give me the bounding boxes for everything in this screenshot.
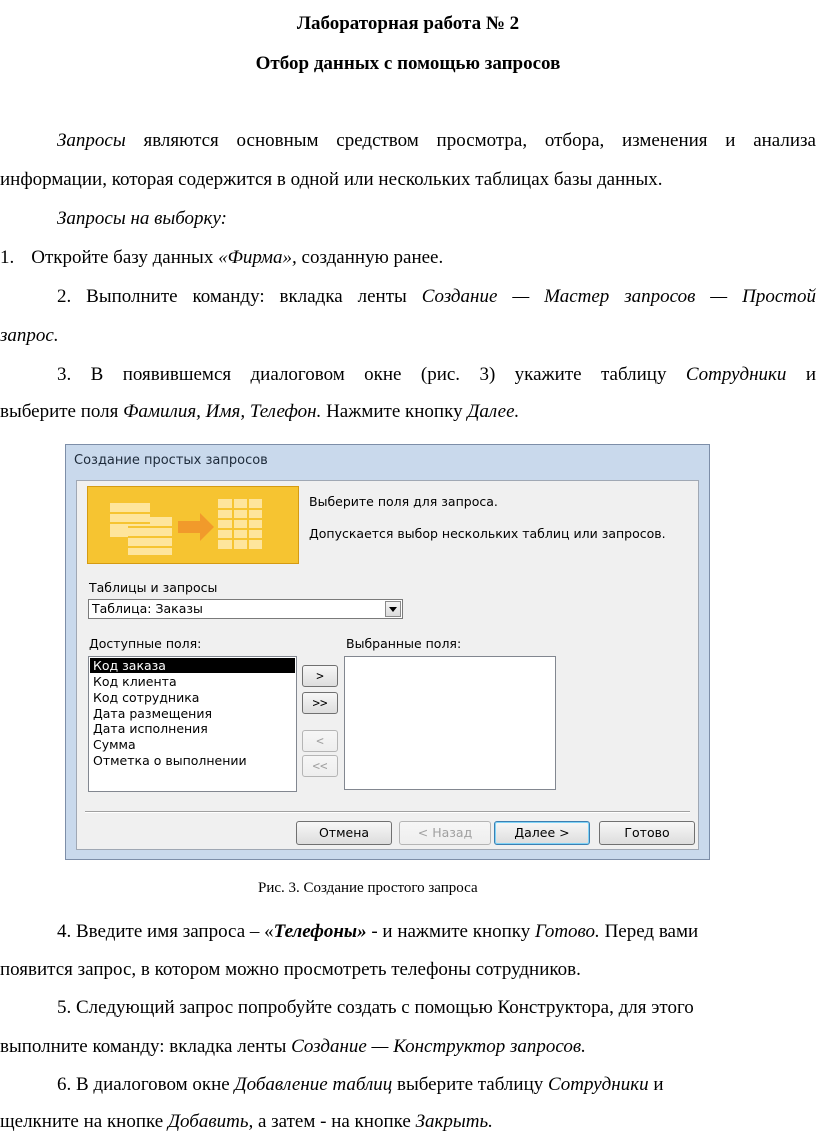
step1: 1. Откройте базу данных «Фирма», созданну… bbox=[0, 247, 444, 268]
list-item[interactable]: Код сотрудника bbox=[90, 690, 295, 705]
step5-line1: 5. Следующий запрос попробуйте создать с… bbox=[57, 997, 694, 1018]
wizard-illustration-icon bbox=[87, 486, 299, 564]
selected-fields-label: Выбранные поля: bbox=[346, 636, 462, 651]
remove-field-button[interactable]: < bbox=[302, 730, 338, 752]
add-all-fields-button[interactable]: >> bbox=[302, 692, 338, 714]
selected-fields-list[interactable] bbox=[344, 656, 556, 790]
step2-line1: 2. Выполните команду: вкладка ленты Созд… bbox=[57, 286, 816, 307]
para2: Запросы на выборку: bbox=[57, 208, 227, 229]
para1-line1: Запросы являются основным средством прос… bbox=[57, 130, 816, 151]
step5-line2: выполните команду: вкладка ленты Создани… bbox=[0, 1036, 586, 1057]
dialog-info-line2: Допускается выбор нескольких таблиц или … bbox=[309, 526, 666, 541]
doc-subtitle: Отбор данных с помощью запросов bbox=[255, 53, 561, 74]
dialog-body: Выберите поля для запроса. Допускается в… bbox=[76, 480, 699, 850]
list-item[interactable]: Код заказа bbox=[90, 658, 295, 673]
available-fields-list[interactable]: Код заказа Код клиента Код сотрудника Да… bbox=[88, 656, 297, 792]
tables-combobox[interactable]: Таблица: Заказы bbox=[88, 599, 403, 619]
step4-line2: появится запрос, в котором можно просмот… bbox=[0, 959, 581, 980]
cancel-button[interactable]: Отмена bbox=[296, 821, 392, 845]
list-item[interactable]: Код клиента bbox=[90, 674, 295, 689]
list-item[interactable]: Отметка о выполнении bbox=[90, 753, 295, 768]
list-item[interactable]: Сумма bbox=[90, 737, 295, 752]
dialog-title: Создание простых запросов bbox=[74, 453, 268, 468]
chevron-down-icon[interactable] bbox=[385, 601, 401, 617]
back-button[interactable]: < Назад bbox=[399, 821, 491, 845]
query-wizard-dialog: Создание простых запросов Выберите поля … bbox=[65, 444, 710, 860]
divider bbox=[85, 811, 690, 813]
step3-line2: выберите поля Фамилия, Имя, Телефон. Наж… bbox=[0, 401, 520, 422]
para1-line2: информации, которая содержится в одной и… bbox=[0, 169, 663, 190]
dialog-info-line1: Выберите поля для запроса. bbox=[309, 494, 498, 509]
list-item[interactable]: Дата размещения bbox=[90, 706, 295, 721]
list-item[interactable]: Дата исполнения bbox=[90, 721, 295, 736]
combo-value: Таблица: Заказы bbox=[92, 601, 203, 616]
figure-caption: Рис. 3. Создание простого запроса bbox=[258, 880, 478, 896]
add-field-button[interactable]: > bbox=[302, 665, 338, 687]
step4-line1: 4. Введите имя запроса – «Телефоны» - и … bbox=[57, 921, 699, 942]
remove-all-fields-button[interactable]: << bbox=[302, 755, 338, 777]
tables-label: Таблицы и запросы bbox=[89, 580, 218, 595]
finish-button[interactable]: Готово bbox=[599, 821, 695, 845]
step2-line2: запрос. bbox=[0, 325, 59, 346]
step6-line1: 6. В диалоговом окне Добавление таблиц в… bbox=[57, 1074, 664, 1095]
available-fields-label: Доступные поля: bbox=[89, 636, 202, 651]
step3-line1: 3. В появившемся диалоговом окне (рис. 3… bbox=[57, 364, 816, 385]
step6-line2: щелкните на кнопке Добавить, а затем - н… bbox=[0, 1111, 493, 1132]
doc-title: Лабораторная работа № 2 bbox=[296, 13, 520, 34]
next-button[interactable]: Далее > bbox=[494, 821, 590, 845]
